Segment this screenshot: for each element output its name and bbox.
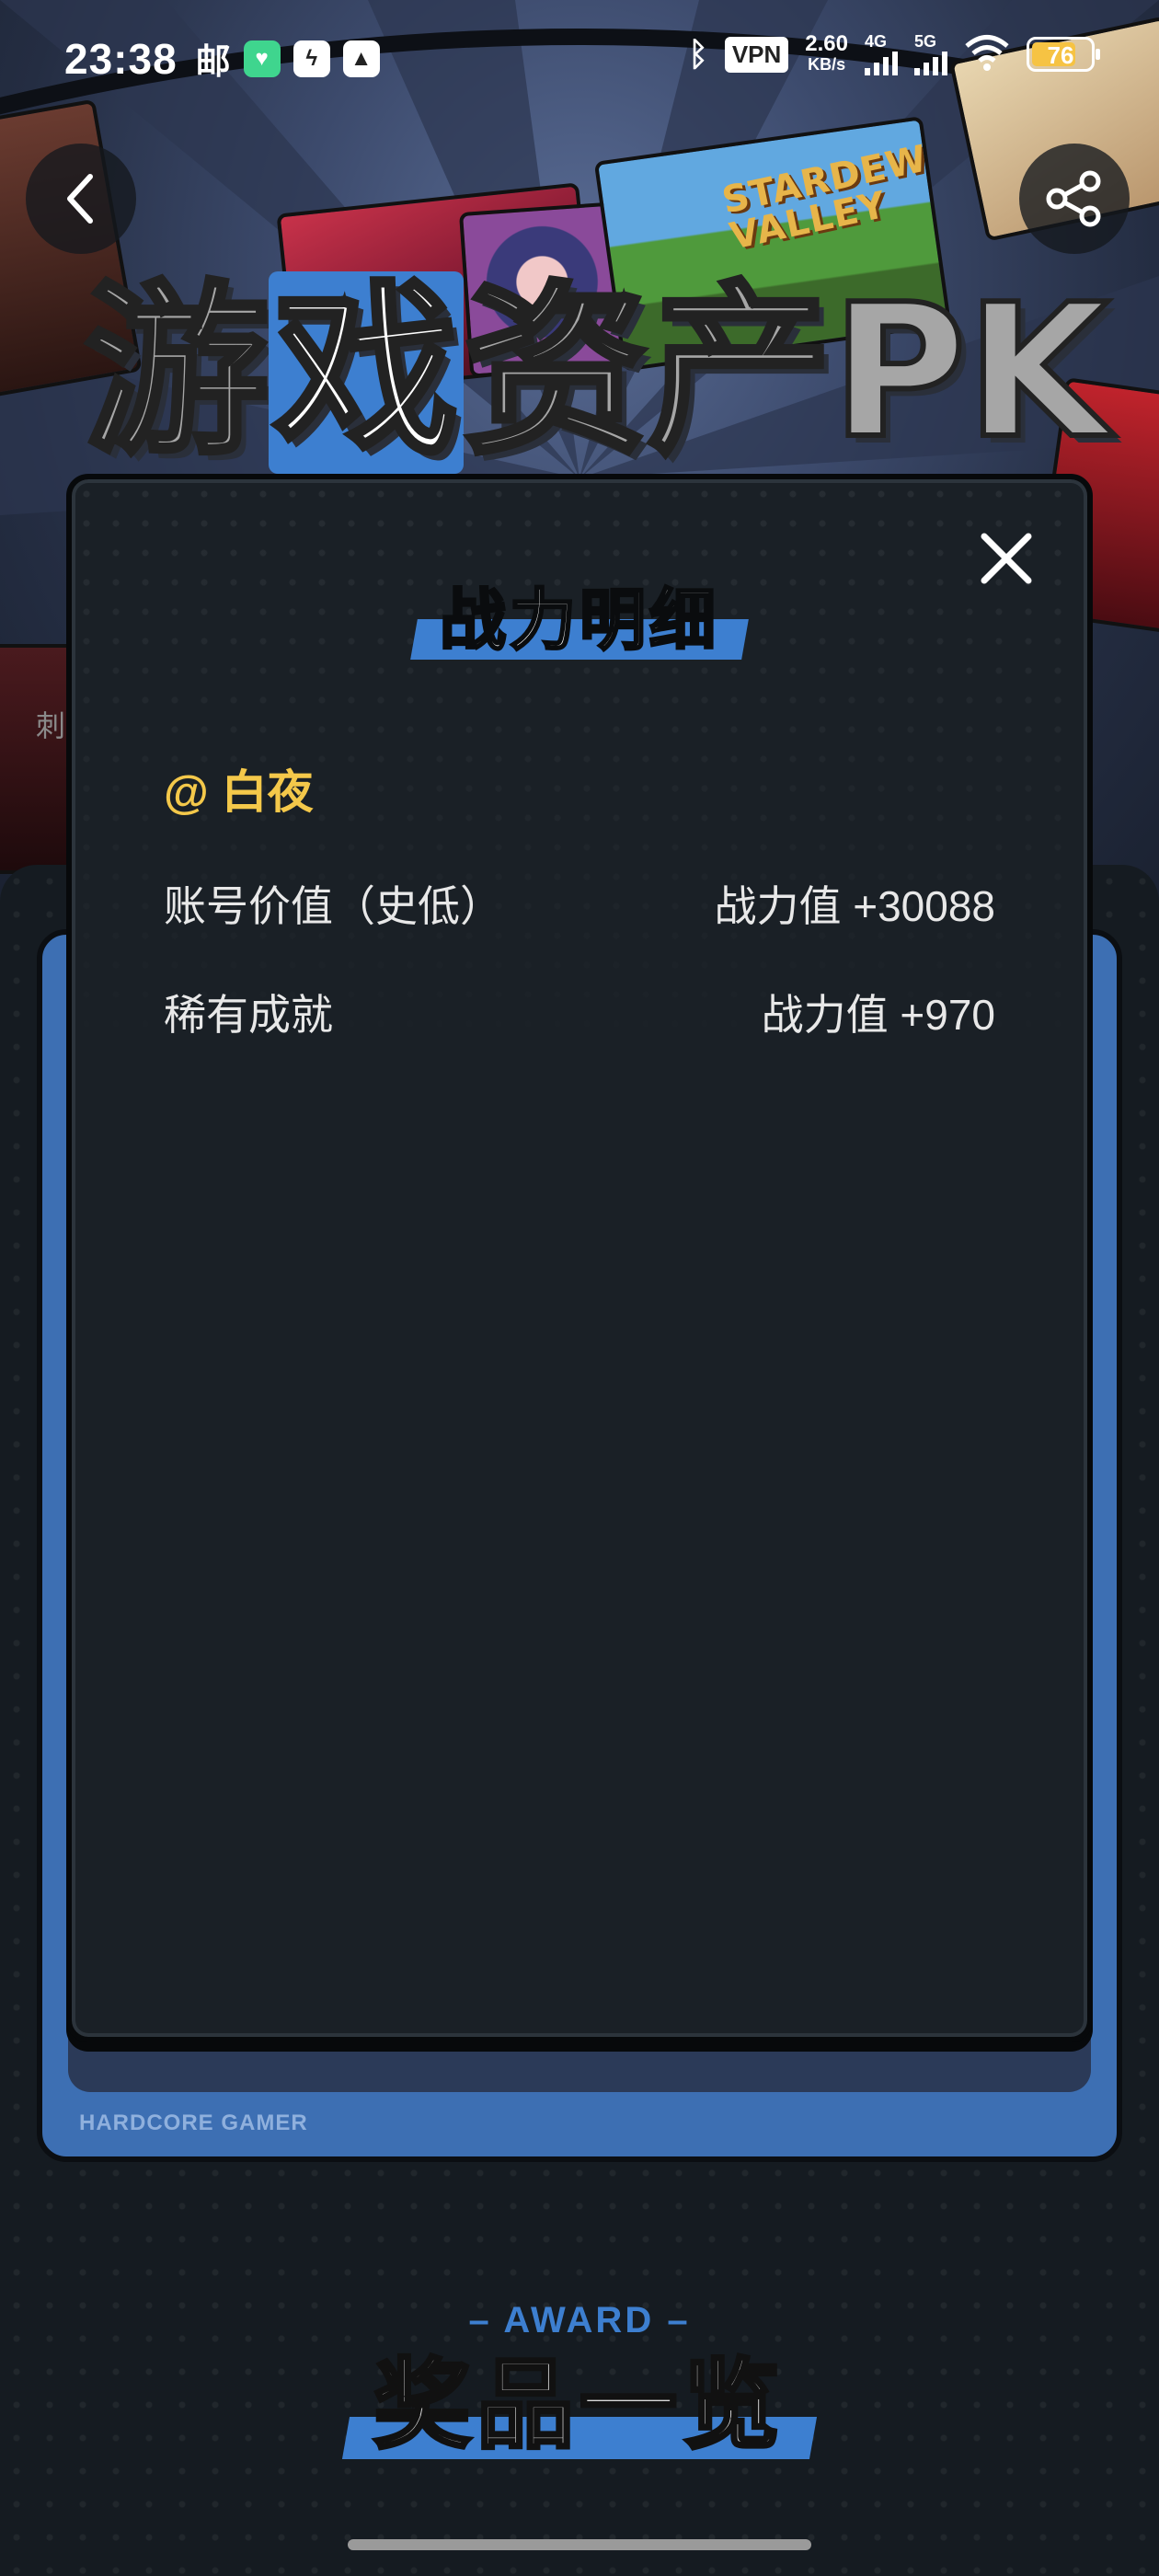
card-footer-text: HARDCORE GAMER: [79, 2110, 308, 2135]
modal-title: 战力明细: [438, 581, 719, 661]
network-speed: 2.60 KB/s: [805, 31, 848, 75]
power-detail-modal: 战力明细 @ 白夜 账号价值（史低） 战力值 +30088 稀有成就 战力值 +…: [66, 474, 1093, 2042]
detail-row-rare-achievements: 稀有成就 战力值 +970: [164, 982, 995, 1042]
app-notification-icon: ϟ: [293, 40, 330, 77]
signal-label: 4G: [865, 32, 888, 51]
battery-level: 76: [1047, 41, 1074, 69]
signal-label: 5G: [914, 32, 937, 51]
mail-icon: 邮: [195, 43, 231, 82]
award-title: 奖品一览: [372, 2349, 786, 2463]
vpn-badge: VPN: [724, 36, 789, 73]
signal-5g-icon: 5G: [914, 33, 947, 75]
back-button[interactable]: [26, 144, 136, 254]
back-arrow-icon: [67, 174, 93, 224]
hero-title-part-2: 戏: [269, 269, 465, 477]
detail-label: 稀有成就: [164, 991, 333, 1039]
detail-label: 账号价值（史低）: [164, 882, 502, 930]
hero-title-part-3: 资产PK: [461, 265, 1112, 479]
network-speed-value: 2.60: [805, 31, 848, 56]
share-button[interactable]: [1019, 144, 1130, 254]
share-icon: [1046, 170, 1101, 227]
bluetooth-icon: ᛒ: [688, 35, 708, 73]
hero-title-part-1: 游: [82, 265, 271, 479]
hero-title: 游 戏 资产PK: [82, 265, 1115, 479]
detail-value: 战力值 +970: [761, 991, 995, 1039]
stardew-logo-text: STARDEW VALLEY: [718, 137, 932, 259]
award-subtitle: – AWARD –: [468, 2300, 691, 2340]
status-bar: 23:38 邮 ♥ ϟ ▲ ᛒ VPN 2.60 KB/s 4G 5G 76: [0, 0, 1159, 120]
user-handle: @ 白夜: [164, 766, 314, 818]
battery-icon: 76: [1027, 37, 1100, 72]
detail-row-account-value: 账号价值（史低） 战力值 +30088: [164, 873, 995, 934]
status-time: 23:38: [64, 34, 178, 83]
cover-side-text: 刺: [36, 709, 66, 742]
award-section: – AWARD – 奖品一览: [0, 2300, 1159, 2463]
signal-4g-icon: 4G: [865, 33, 898, 75]
close-icon: [981, 533, 1032, 584]
home-indicator[interactable]: [348, 2539, 811, 2550]
wifi-icon: [964, 34, 1010, 75]
app-notification-icon: ▲: [342, 40, 380, 77]
network-speed-unit: KB/s: [808, 55, 846, 74]
detail-value: 战力值 +30088: [714, 882, 995, 930]
app-notification-icon: ♥: [243, 40, 281, 77]
